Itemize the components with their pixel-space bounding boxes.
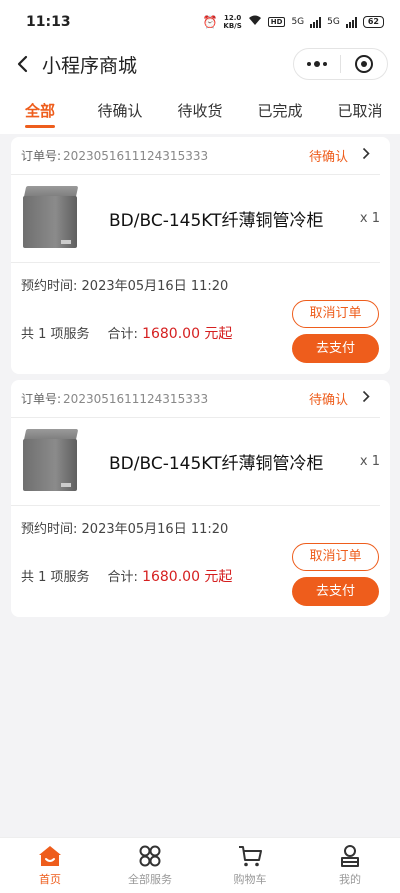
tab-cancelled[interactable]: 已取消 [320,84,400,134]
product-image [21,427,81,497]
service-count: 共 1 项服务 [21,570,90,585]
dot-icon [314,60,320,67]
appointment-time: 预约时间: 2023年05月16日 11:20 [21,518,228,537]
system-icons: ⏰ 12.0 KB/S HD 5G 5G 62 [202,14,384,30]
cancel-order-button[interactable]: 取消订单 [292,300,379,328]
tabbar-label: 购物车 [233,873,267,886]
service-count: 共 1 项服务 [21,327,90,342]
more-button[interactable] [294,60,340,67]
tab-pending-confirm[interactable]: 待确认 [80,84,160,134]
total-price: 1680.00 元起 [142,569,233,585]
product-image [21,184,81,254]
pay-button[interactable]: 去支付 [292,334,379,363]
order-product-row[interactable]: BD/BC-145KT纤薄铜管冷柜 x 1 [11,175,380,263]
tabbar-label: 首页 [39,873,61,886]
order-total: 合计: 1680.00 元起 [108,323,233,343]
order-number-label: 订单号: [21,149,62,163]
wifi-icon [248,15,262,29]
tab-all[interactable]: 全部 [0,84,80,134]
chevron-right-icon[interactable] [362,147,370,164]
signal-icon-2 [345,16,357,28]
dot-icon [307,61,311,66]
dot-icon [323,61,327,66]
total-label: 合计: [107,570,138,585]
order-header: 订单号: 2023051611124315333 待确认 [11,137,380,175]
user-icon [341,845,359,867]
order-product-row[interactable]: BD/BC-145KT纤薄铜管冷柜 x 1 [11,418,380,506]
home-icon [39,846,61,866]
tabbar-item-all-services[interactable]: 全部服务 [100,838,200,893]
appointment-time-value: 2023年05月16日 11:20 [81,522,229,537]
tabbar-item-cart[interactable]: 购物车 [200,838,300,893]
appointment-time-label: 预约时间: [21,279,78,294]
tab-completed[interactable]: 已完成 [240,84,320,134]
order-status: 待确认 [308,150,348,165]
bottom-tab-bar: 首页 全部服务 购物车 我的 [0,837,400,893]
close-mini-program-button[interactable] [341,55,387,73]
order-number-label: 订单号: [21,392,62,406]
status-bar: 11:13 ⏰ 12.0 KB/S HD 5G 5G 62 [0,0,400,44]
order-number: 2023051611124315333 [63,148,209,163]
speed-unit: KB/S [223,22,242,30]
appointment-time-label: 预约时间: [21,522,78,537]
tabbar-item-me[interactable]: 我的 [300,838,400,893]
product-name: BD/BC-145KT纤薄铜管冷柜 [109,211,324,231]
order-total: 合计: 1680.00 元起 [108,566,233,586]
tabbar-item-home[interactable]: 首页 [0,838,100,893]
cancel-order-button[interactable]: 取消订单 [292,543,379,571]
signal-icon [310,16,322,28]
appointment-time-value: 2023年05月16日 11:20 [81,279,229,294]
signal-5g-label-2: 5G [327,17,340,27]
total-label: 合计: [107,327,138,342]
product-name: BD/BC-145KT纤薄铜管冷柜 [109,454,324,474]
network-speed: 12.0 KB/S [223,14,241,30]
cart-icon [239,846,262,867]
navigation-bar: 小程序商城 [0,44,400,84]
alarm-icon: ⏰ [202,15,218,29]
order-status: 待确认 [308,393,348,408]
page-title: 小程序商城 [42,54,138,77]
order-status-tabs: 全部 待确认 待收货 已完成 已取消 [0,84,400,134]
order-card[interactable]: 订单号: 2023051611124315333 待确认 BD/BC-145KT… [11,137,390,374]
tabbar-label: 我的 [339,873,361,886]
mini-program-capsule [293,48,388,80]
battery-icon: 62 [362,16,384,28]
tab-pending-receipt[interactable]: 待收货 [160,84,240,134]
chevron-right-icon[interactable] [362,390,370,407]
clock: 11:13 [26,14,71,30]
order-summary: 共 1 项服务 合计: 1680.00 元起 [21,323,232,343]
appointment-time: 预约时间: 2023年05月16日 11:20 [21,275,228,294]
pay-button[interactable]: 去支付 [292,577,379,606]
tabbar-label: 全部服务 [128,873,172,886]
target-icon [355,55,373,73]
back-button[interactable] [4,44,40,84]
order-summary: 共 1 项服务 合计: 1680.00 元起 [21,566,232,586]
order-card[interactable]: 订单号: 2023051611124315333 待确认 BD/BC-145KT… [11,380,390,617]
total-price: 1680.00 元起 [142,326,233,342]
order-header: 订单号: 2023051611124315333 待确认 [11,380,380,418]
product-quantity: x 1 [359,211,380,226]
product-quantity: x 1 [359,454,380,469]
hd-badge: HD [267,17,286,27]
speed-value: 12.0 [223,14,242,22]
grid-icon [139,845,161,867]
signal-5g-label-1: 5G [291,17,305,27]
order-number: 2023051611124315333 [63,391,209,406]
chevron-left-icon [17,55,28,73]
